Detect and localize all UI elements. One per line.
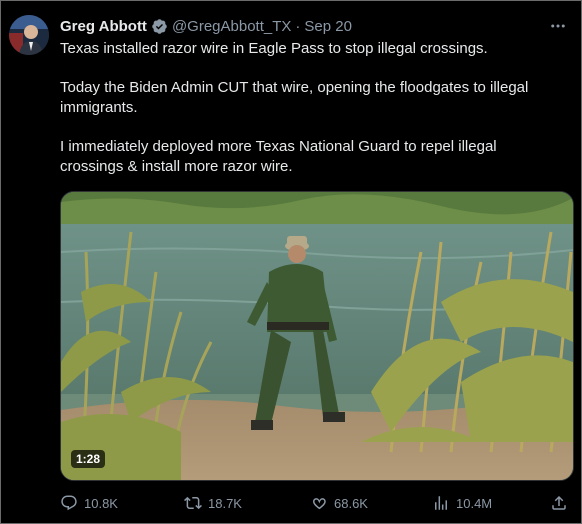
tweet-paragraph: Texas installed razor wire in Eagle Pass… [60, 40, 488, 57]
views-count: 10.4M [456, 495, 493, 511]
views-button[interactable]: 10.4M [432, 492, 492, 514]
tweet-paragraph: I immediately deployed more Texas Nation… [60, 138, 497, 175]
tweet-header: Greg Abbott @GregAbbott_TX · Sep 20 [60, 16, 352, 36]
action-bar: 10.8K 18.7K 68.6K 10.4M [60, 492, 572, 514]
video-duration: 1:28 [71, 450, 106, 468]
separator-dot: · [295, 17, 301, 35]
repost-button[interactable]: 18.7K [184, 492, 242, 514]
repost-icon [184, 496, 202, 510]
reply-button[interactable]: 10.8K [60, 492, 118, 514]
reply-count: 10.8K [84, 495, 118, 511]
more-icon[interactable] [547, 15, 569, 37]
tweet-text: Texas installed razor wire in Eagle Pass… [60, 39, 560, 196]
like-icon [313, 498, 326, 510]
like-count: 68.6K [334, 495, 368, 511]
video-player[interactable]: 1:28 [60, 191, 574, 481]
verified-badge-icon [151, 18, 168, 35]
share-button[interactable] [550, 492, 568, 514]
views-icon [435, 496, 447, 510]
video-thumbnail [61, 192, 573, 480]
repost-count: 18.7K [208, 495, 242, 511]
avatar[interactable] [9, 15, 49, 55]
author-name[interactable]: Greg Abbott [60, 18, 147, 35]
tweet-date[interactable]: Sep 20 [304, 18, 352, 35]
tweet-card[interactable]: Greg Abbott @GregAbbott_TX · Sep 20 Texa… [0, 0, 582, 524]
tweet-paragraph: Today the Biden Admin CUT that wire, ope… [60, 79, 529, 116]
like-button[interactable]: 68.6K [310, 492, 368, 514]
share-icon [552, 495, 566, 510]
author-handle[interactable]: @GregAbbott_TX [172, 18, 291, 35]
reply-icon [61, 495, 77, 511]
